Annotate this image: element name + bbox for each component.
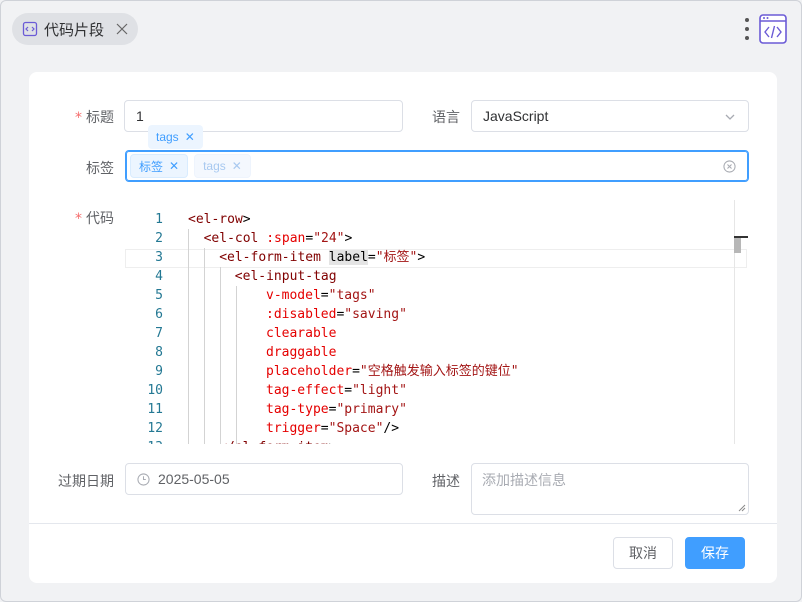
tag-label: tags — [203, 159, 226, 173]
code-text: clearable — [266, 326, 337, 341]
code-text: :disabled="saving" — [266, 307, 407, 322]
editor-cursor-marker — [734, 236, 748, 238]
code-line[interactable]: 12 trigger="Space"/> — [125, 419, 735, 438]
code-line[interactable]: 5 v-model="tags" — [125, 286, 735, 305]
close-icon[interactable] — [116, 23, 128, 35]
code-editor[interactable]: 1 <el-row> 2 <el-col :span="24"> 3 <el-form-i… — [125, 200, 749, 444]
line-number: 8 — [155, 345, 163, 360]
code-text: <el-col :span="24"> — [203, 231, 353, 246]
line-number: 1 — [155, 212, 163, 227]
tab-code-snippet[interactable]: 代码片段 — [12, 13, 138, 45]
code-text: v-model="tags" — [266, 288, 376, 303]
tag-item-drop-placeholder[interactable]: tags ✕ — [194, 154, 251, 178]
code-text: trigger="Space"/> — [266, 421, 400, 436]
code-line[interactable]: 2 <el-col :span="24"> — [125, 229, 735, 248]
title-input-value: 1 — [136, 108, 144, 124]
line-number: 11 — [147, 402, 163, 417]
description-textarea[interactable]: 添加描述信息 — [471, 463, 749, 515]
close-icon: ✕ — [184, 130, 195, 144]
language-label: 语言 — [432, 110, 460, 126]
footer-divider — [29, 523, 777, 524]
indent-guide — [220, 267, 221, 444]
code-line[interactable]: 10 tag-effect="light" — [125, 381, 735, 400]
expiry-date-value: 2025-05-05 — [158, 471, 230, 487]
language-select[interactable]: JavaScript — [471, 100, 749, 132]
tab-title: 代码片段 — [44, 20, 105, 39]
indent-guide — [204, 248, 205, 444]
language-select-value: JavaScript — [483, 108, 549, 124]
close-icon[interactable]: ✕ — [232, 159, 242, 173]
expiry-label: 过期日期 — [58, 474, 114, 490]
tag-item[interactable]: 标签 ✕ — [130, 154, 189, 178]
line-number: 9 — [155, 364, 163, 379]
cancel-button[interactable]: 取消 — [613, 537, 673, 569]
code-text: tag-effect="light" — [266, 383, 407, 398]
code-text: placeholder="空格触发输入标签的键位" — [266, 364, 519, 379]
description-label: 描述 — [432, 474, 460, 490]
dragging-tag[interactable]: tags ✕ — [148, 125, 203, 149]
code-window-icon — [759, 14, 787, 44]
line-number: 7 — [155, 326, 163, 341]
line-number: 13 — [125, 438, 163, 444]
code-text: <el-row> — [188, 212, 251, 227]
code-line[interactable]: 6 :disabled="saving" — [125, 305, 735, 324]
code-line[interactable]: 8 draggable — [125, 343, 735, 362]
code-line[interactable]: 4 <el-input-tag — [125, 267, 735, 286]
indent-guide — [188, 229, 189, 444]
code-text: <el-input-tag — [234, 269, 337, 284]
code-line[interactable]: 13</el-form-item> — [125, 438, 735, 444]
line-number: 2 — [155, 231, 163, 246]
resize-handle-icon[interactable] — [738, 504, 746, 512]
close-icon[interactable]: ✕ — [169, 159, 179, 173]
code-text: tag-type="primary" — [266, 402, 407, 417]
title-label: * 标题 — [75, 110, 114, 126]
description-placeholder: 添加描述信息 — [482, 473, 566, 489]
save-button[interactable]: 保存 — [685, 537, 745, 569]
chevron-down-icon — [725, 114, 735, 120]
indent-guide — [236, 286, 237, 444]
expiry-date-picker[interactable]: 2025-05-05 — [125, 463, 403, 495]
line-number: 3 — [155, 250, 163, 265]
code-line[interactable]: 9 placeholder="空格触发输入标签的键位" — [125, 362, 735, 381]
code-label: * 代码 — [75, 211, 114, 227]
code-text: draggable — [266, 345, 337, 360]
tag-label: 标签 — [139, 159, 164, 174]
line-number: 6 — [155, 307, 163, 322]
more-menu-icon[interactable] — [742, 17, 752, 41]
tags-label: 标签 — [86, 161, 114, 177]
code-line[interactable]: 3 <el-form-item label="标签"> — [125, 248, 735, 267]
line-number: 4 — [155, 269, 163, 284]
code-line[interactable]: 7 clearable — [125, 324, 735, 343]
code-text: <el-form-item label="标签"> — [219, 250, 426, 265]
line-number: 12 — [147, 421, 163, 436]
dragging-tag-label: tags — [156, 130, 179, 144]
code-file-icon — [22, 21, 38, 37]
line-number: 5 — [155, 288, 163, 303]
clock-icon — [137, 472, 150, 486]
editor-scrollbar-thumb[interactable] — [734, 236, 741, 253]
clear-circle-icon[interactable] — [723, 160, 736, 173]
code-line[interactable]: 11 tag-type="primary" — [125, 400, 735, 419]
code-line[interactable]: 1 <el-row> — [125, 210, 735, 229]
line-number: 10 — [147, 383, 163, 398]
tags-input[interactable]: 标签 ✕ tags ✕ — [125, 150, 749, 182]
